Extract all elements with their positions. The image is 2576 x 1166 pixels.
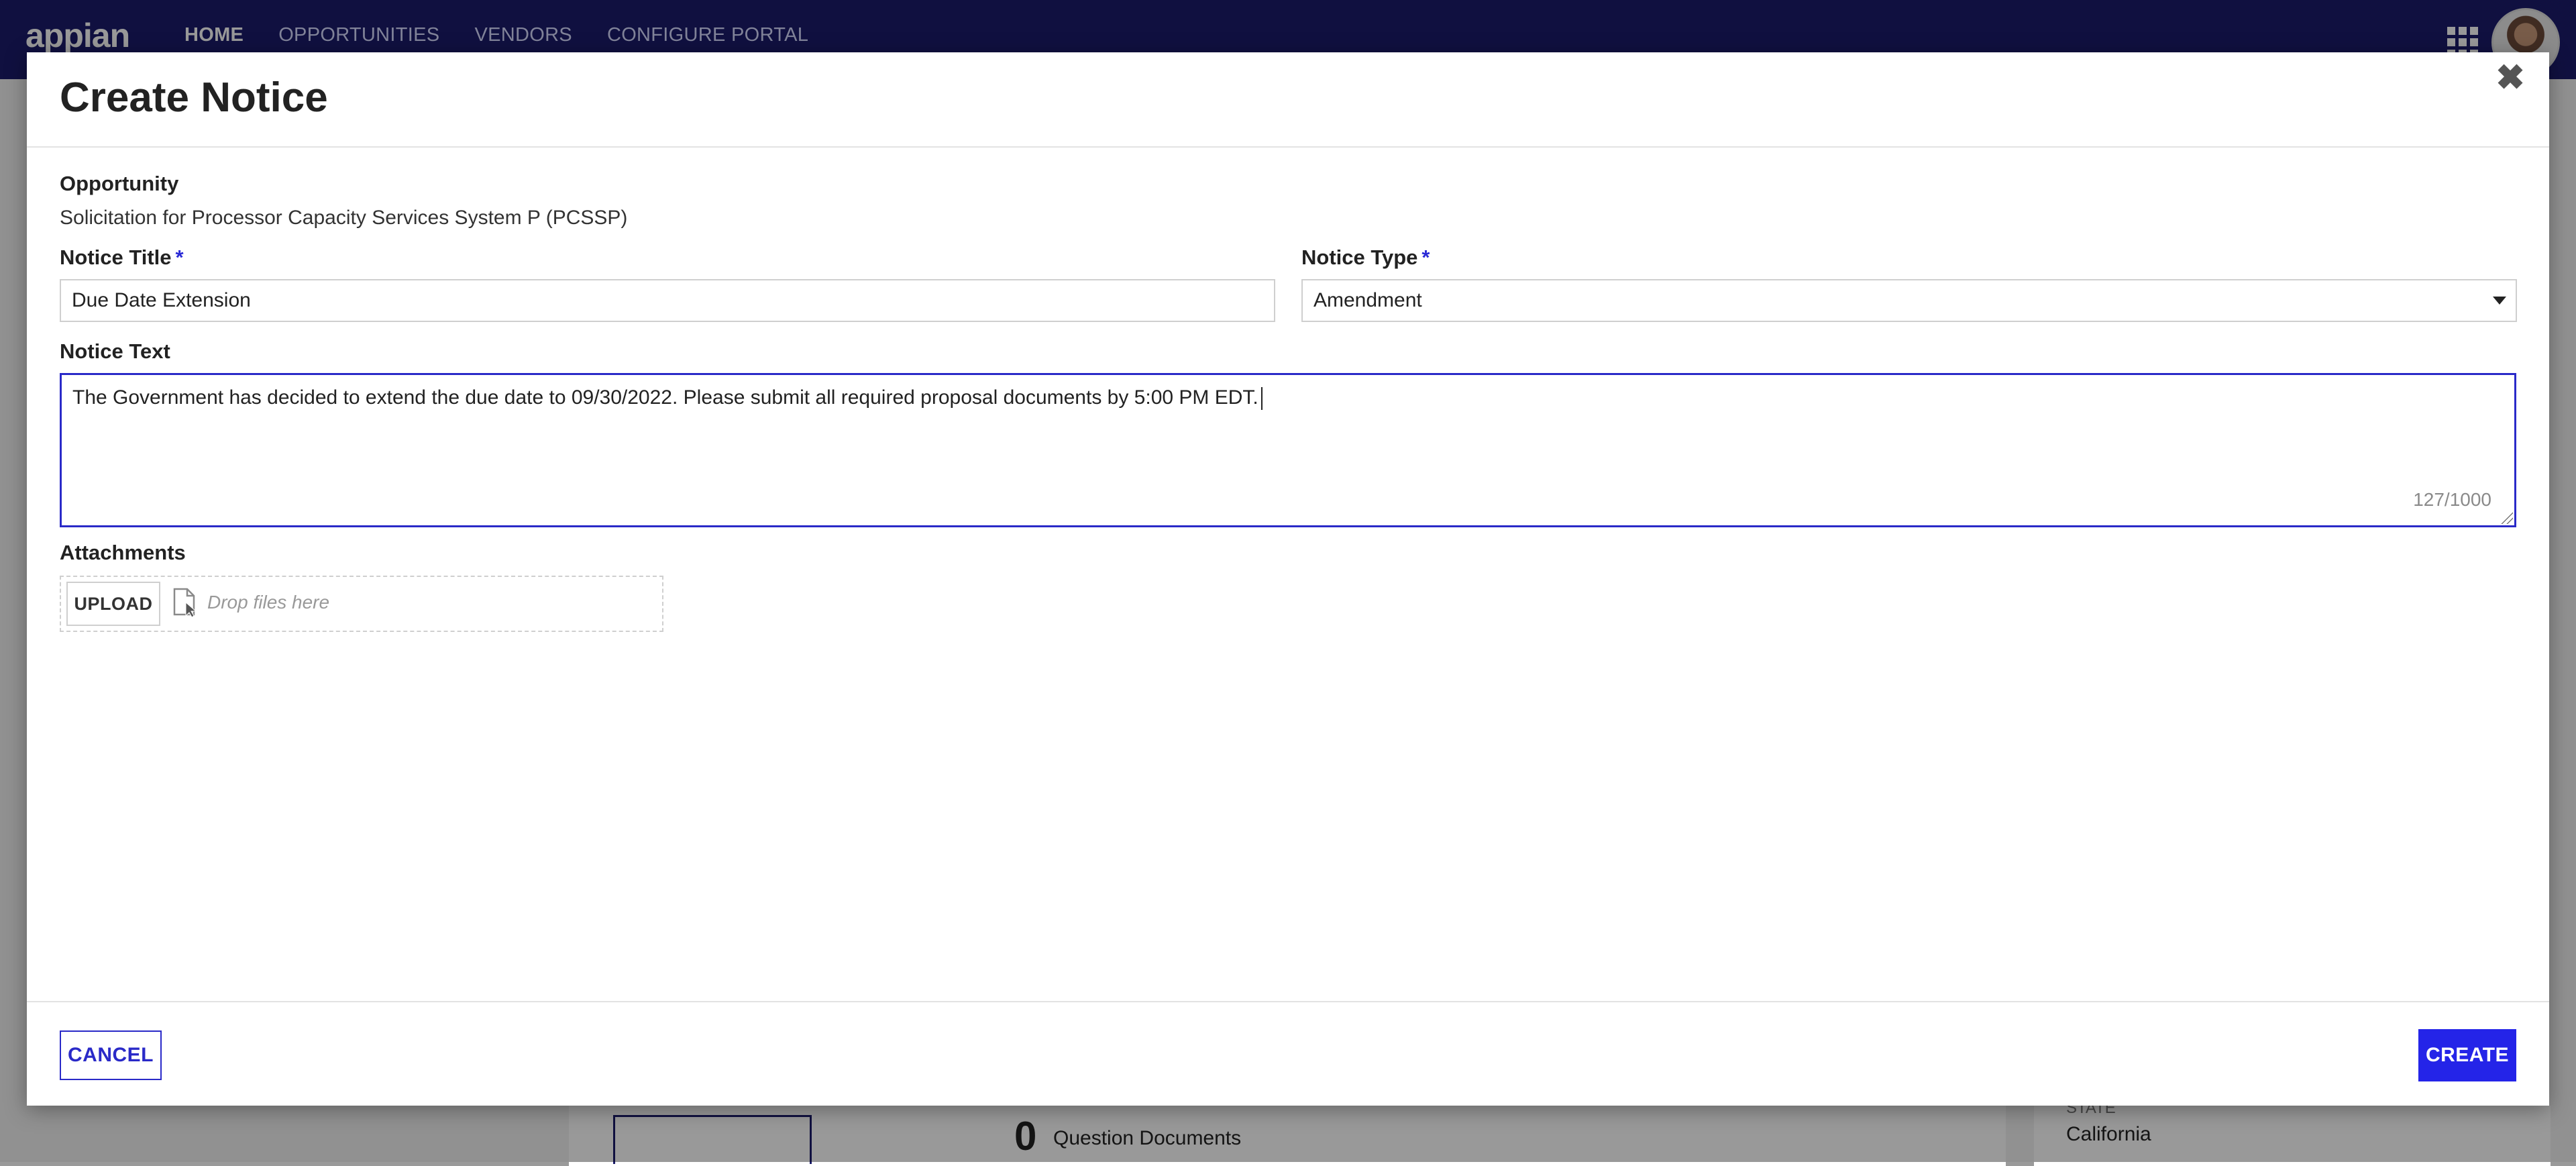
required-marker: * (175, 246, 184, 269)
opportunity-label: Opportunity (60, 172, 179, 195)
drop-files-placeholder: Drop files here (207, 592, 330, 613)
required-marker: * (1421, 246, 1430, 269)
create-button[interactable]: CREATE (2418, 1029, 2516, 1081)
resize-handle[interactable] (2500, 511, 2513, 524)
dialog-header: Create Notice ✖ (27, 52, 2549, 148)
notice-title-label: Notice Title * (60, 246, 184, 270)
notice-type-selected-value: Amendment (1313, 289, 1422, 311)
notice-title-label-text: Notice Title (60, 246, 172, 269)
character-count: 127/1000 (2413, 489, 2491, 510)
notice-text-textarea[interactable]: The Government has decided to extend the… (60, 373, 2516, 527)
notice-type-label: Notice Type * (1301, 246, 1430, 270)
create-notice-dialog: Create Notice ✖ Opportunity Solicitation… (27, 52, 2549, 1106)
notice-type-label-text: Notice Type (1301, 246, 1418, 269)
notice-text-value: The Government has decided to extend the… (72, 386, 1258, 409)
file-drop-zone[interactable]: UPLOAD Drop files here (60, 576, 663, 632)
attachments-label: Attachments (60, 541, 186, 564)
close-icon[interactable]: ✖ (2491, 59, 2529, 97)
upload-button[interactable]: UPLOAD (66, 582, 160, 626)
notice-type-select[interactable]: Amendment (1301, 279, 2517, 322)
dialog-title: Create Notice (60, 74, 328, 121)
file-icon (173, 588, 197, 617)
opportunity-value: Solicitation for Processor Capacity Serv… (60, 207, 628, 229)
notice-text-label: Notice Text (60, 339, 170, 363)
dropdown-arrow-icon (2493, 297, 2506, 305)
dialog-footer: CANCEL CREATE (27, 1001, 2549, 1107)
notice-title-input[interactable]: Due Date Extension (60, 279, 1275, 322)
cancel-button[interactable]: CANCEL (60, 1030, 162, 1080)
text-caret (1260, 387, 1263, 411)
